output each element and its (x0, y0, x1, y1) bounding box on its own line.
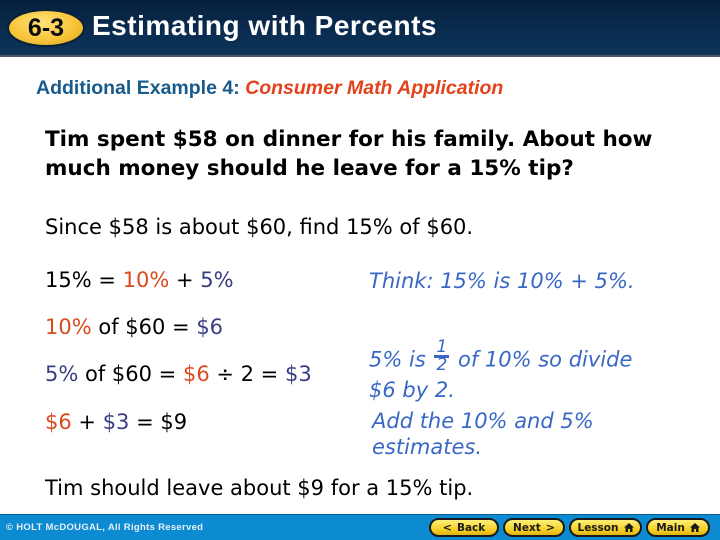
ten-percent-result: $6 (196, 315, 224, 339)
home-icon (623, 523, 634, 532)
example-topic: Consumer Math Application (245, 77, 504, 99)
work-text: + (71, 410, 103, 434)
rounding-step: Since $58 is about $60, find 15% of $60. (45, 215, 474, 239)
copyright-notice: © HOLT McDOUGAL, All Rights Reserved (6, 522, 204, 533)
work-line-4: $6 + $3 = $9 (45, 410, 187, 434)
note-add: Add the 10% and 5% estimates. (372, 408, 594, 460)
note-text: $6 by 2. (369, 378, 455, 402)
main-button[interactable]: Main (646, 518, 710, 537)
lesson-label: Lesson (577, 521, 619, 534)
five-percent-result: $3 (102, 410, 130, 434)
home-icon (689, 523, 700, 532)
lesson-number-badge: 6-3 (7, 9, 85, 47)
back-label: Back (456, 521, 486, 534)
main-label: Main (656, 521, 685, 534)
work-text: 15% = (45, 268, 123, 292)
note-text: of 10% so divide (457, 347, 633, 372)
next-button[interactable]: Next > (503, 518, 565, 537)
ten-percent-term: 10% (122, 268, 170, 292)
back-button[interactable]: < Back (429, 518, 499, 537)
work-line-3: 5% of $60 = $6 ÷ 2 = $3 (45, 362, 312, 386)
chevron-right-icon: > (545, 521, 555, 534)
slide-header: 6-3 Estimating with Percents (0, 0, 720, 57)
navigation-buttons: < Back Next > Lesson Main (429, 518, 710, 537)
work-text: of $60 = (78, 362, 183, 386)
ten-percent-result: $6 (182, 362, 210, 386)
chevron-left-icon: < (442, 521, 452, 534)
ten-percent-term: 10% (45, 315, 92, 339)
fraction-one-half: 12 (434, 339, 450, 375)
work-line-2: 10% of $60 = $6 (45, 315, 223, 339)
slide-footer: © HOLT McDOUGAL, All Rights Reserved < B… (0, 514, 720, 540)
five-percent-term: 5% (200, 268, 234, 292)
note-half: 5% is 12 of 10% so divide $6 by 2. (369, 339, 633, 403)
next-label: Next (513, 521, 541, 534)
problem-statement: Tim spent $58 on dinner for his family. … (45, 127, 653, 181)
work-line-1: 15% = 10% + 5% (45, 268, 234, 292)
note-think: Think: 15% is 10% + 5%. (369, 269, 635, 293)
note-text: estimates. (372, 435, 483, 459)
five-percent-result: $3 (284, 362, 312, 386)
lesson-button[interactable]: Lesson (569, 518, 642, 537)
example-subtitle: Additional Example 4: Consumer Math Appl… (36, 77, 503, 100)
work-text: of $60 = (91, 315, 197, 339)
lesson-title: Estimating with Percents (92, 10, 437, 41)
ten-percent-result: $6 (45, 410, 72, 434)
note-text: Add the 10% and 5% (372, 409, 594, 433)
work-text: ÷ 2 = (209, 362, 285, 386)
fraction-denominator: 2 (436, 355, 448, 375)
five-percent-term: 5% (45, 362, 79, 386)
note-text: 5% is (369, 347, 426, 372)
final-answer: Tim should leave about $9 for a 15% tip. (45, 476, 474, 500)
work-total: = $9 (129, 410, 188, 434)
example-label: Additional Example 4: (36, 77, 240, 99)
work-text: + (169, 268, 201, 292)
